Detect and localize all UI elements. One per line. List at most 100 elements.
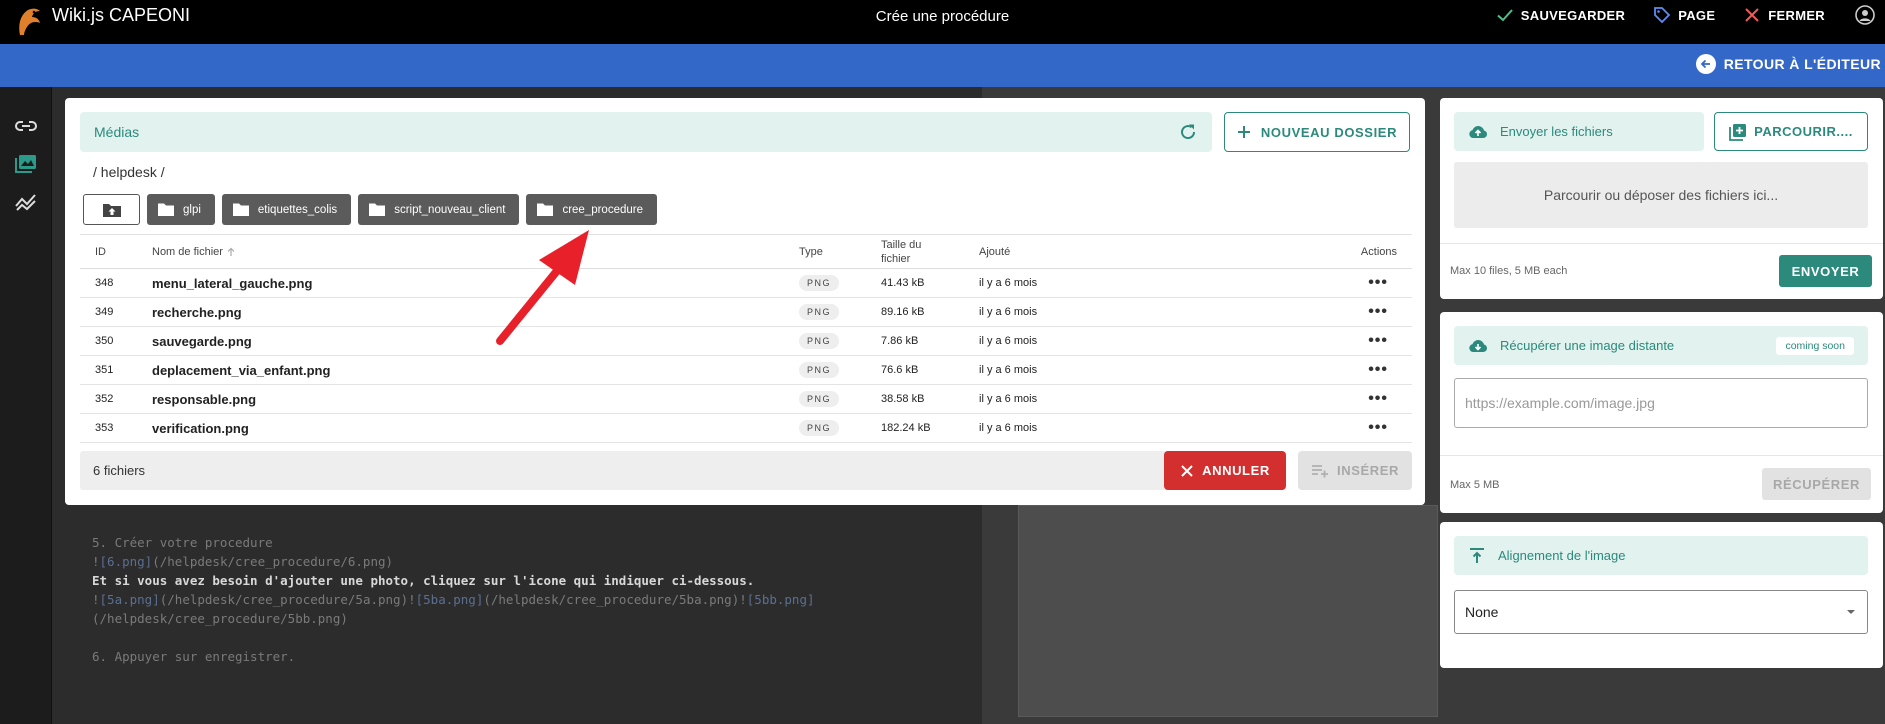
column-id[interactable]: ID — [80, 234, 152, 269]
table-row[interactable]: 351 deplacement_via_enfant.png PNG 76.6 kB i… — [80, 355, 1412, 385]
file-drop-zone[interactable]: Parcourir ou déposer des fichiers ici... — [1454, 162, 1868, 228]
send-button[interactable]: ENVOYER — [1779, 255, 1872, 287]
editor-line: ![6.png](/helpdesk/cree_procedure/6.png) — [92, 552, 815, 571]
more-actions-icon[interactable]: ••• — [1368, 332, 1388, 349]
file-added: il y a 6 mois — [964, 355, 1125, 385]
table-row[interactable]: 349 recherche.png PNG 89.16 kB il y a 6 mois… — [80, 297, 1412, 327]
media-header: Médias — [80, 112, 1212, 152]
alignment-select[interactable]: None — [1454, 590, 1868, 634]
folder-icon — [369, 203, 386, 216]
file-added: il y a 6 mois — [964, 268, 1125, 298]
file-count: 6 fichiers — [93, 463, 146, 478]
column-size-label-1: Taille du — [881, 238, 922, 251]
alignment-header: Alignement de l'image — [1454, 536, 1868, 575]
insert-image-icon[interactable] — [14, 153, 38, 175]
app-title[interactable]: Wiki.js CAPEONI — [52, 5, 190, 26]
file-size: 7.86 kB — [866, 326, 964, 356]
plus-icon — [1237, 126, 1250, 138]
save-button[interactable]: SAUVEGARDER — [1496, 6, 1625, 24]
file-id: 353 — [80, 413, 152, 443]
editor-text: 5. Créer votre procedure ![6.png](/helpde… — [92, 533, 815, 666]
refresh-icon[interactable] — [1178, 122, 1198, 142]
more-actions-icon[interactable]: ••• — [1368, 274, 1388, 291]
folder-etiquettes-colis[interactable]: etiquettes_colis — [221, 194, 352, 225]
close-icon — [1181, 464, 1193, 477]
save-label: SAUVEGARDER — [1520, 7, 1626, 23]
table-row[interactable]: 353 verification.png PNG 182.24 kB il y a 6 … — [80, 413, 1412, 443]
file-added: il y a 6 mois — [964, 326, 1125, 356]
editor-line: (/helpdesk/cree_procedure/5bb.png) — [92, 609, 815, 628]
new-folder-label: NOUVEAU DOSSIER — [1260, 124, 1398, 140]
editor-toolbar — [0, 87, 52, 724]
file-type-cell: PNG — [784, 268, 866, 298]
file-name: recherche.png — [152, 297, 784, 327]
file-name: verification.png — [152, 413, 784, 443]
browse-files-button[interactable]: PARCOURIR.... — [1714, 112, 1868, 151]
page-properties-button[interactable]: PAGE — [1653, 6, 1715, 24]
fetch-button[interactable]: RÉCUPÉRER — [1762, 468, 1871, 500]
file-type-chip: PNG — [799, 304, 840, 320]
media-title: Médias — [94, 124, 140, 140]
back-to-editor-label: RETOUR À L'ÉDITEUR — [1723, 56, 1881, 72]
close-icon — [1745, 8, 1760, 22]
top-bar: Wiki.js CAPEONI Crée une procédure SAUVE… — [0, 0, 1885, 44]
playlist-add-icon — [1312, 464, 1328, 477]
editor-text-span: 5. Créer votre procedure — [92, 535, 273, 550]
column-type[interactable]: Type — [784, 234, 866, 269]
file-added: il y a 6 mois — [964, 413, 1125, 443]
alignment-value: None — [1465, 604, 1499, 620]
table-row[interactable]: 352 responsable.png PNG 38.58 kB il y a 6 mo… — [80, 384, 1412, 414]
remote-url-input[interactable] — [1454, 378, 1868, 428]
divider — [1440, 243, 1883, 244]
check-icon — [1497, 9, 1513, 22]
table-row[interactable]: 348 menu_lateral_gauche.png PNG 41.43 kB il … — [80, 268, 1412, 298]
back-to-editor-button[interactable]: RETOUR À L'ÉDITEUR — [1695, 54, 1881, 74]
new-folder-button[interactable]: NOUVEAU DOSSIER — [1224, 112, 1410, 152]
insert-diagram-icon[interactable] — [14, 191, 38, 213]
column-size[interactable]: Taille du fichier — [866, 234, 964, 269]
file-id: 348 — [80, 268, 152, 298]
folder-glpi[interactable]: glpi — [147, 194, 215, 225]
file-actions-cell: ••• — [1125, 413, 1412, 443]
column-actions: Actions — [1125, 234, 1412, 269]
more-actions-icon[interactable]: ••• — [1368, 303, 1388, 320]
file-name: sauvegarde.png — [152, 326, 784, 356]
editor-text-span: (/helpdesk/cree_procedure/5bb.png) — [92, 611, 348, 626]
file-type-chip: PNG — [799, 275, 840, 291]
file-id: 350 — [80, 326, 152, 356]
column-added[interactable]: Ajouté — [964, 234, 1125, 269]
file-added: il y a 6 mois — [964, 384, 1125, 414]
cloud-download-icon — [1469, 339, 1487, 352]
more-actions-icon[interactable]: ••• — [1368, 390, 1388, 407]
editor-link-text: [5a.png] — [99, 592, 160, 607]
file-type-cell: PNG — [784, 326, 866, 356]
upload-limits: Max 10 files, 5 MB each — [1450, 265, 1568, 277]
more-actions-icon[interactable]: ••• — [1368, 419, 1388, 436]
cancel-button[interactable]: ANNULER — [1164, 451, 1286, 490]
more-actions-icon[interactable]: ••• — [1368, 361, 1388, 378]
page-label: PAGE — [1678, 7, 1716, 23]
table-row[interactable]: 350 sauvegarde.png PNG 7.86 kB il y a 6 mois… — [80, 326, 1412, 356]
parent-folder-button[interactable] — [83, 194, 140, 225]
close-button[interactable]: FERMER — [1743, 6, 1825, 24]
insert-link-icon[interactable] — [14, 115, 38, 137]
account-icon[interactable] — [1855, 5, 1875, 25]
alignment-panel: Alignement de l'image None — [1440, 522, 1883, 668]
column-filename-label: Nom de fichier — [152, 245, 223, 258]
remote-limit: Max 5 MB — [1450, 479, 1500, 491]
wiki-logo-icon[interactable] — [14, 5, 44, 37]
column-filename[interactable]: Nom de fichier — [152, 234, 784, 269]
file-type-chip: PNG — [799, 391, 840, 407]
file-count-bar: 6 fichiers — [80, 451, 1170, 490]
file-name: deplacement_via_enfant.png — [152, 355, 784, 385]
file-name: menu_lateral_gauche.png — [152, 268, 784, 298]
file-type-cell: PNG — [784, 413, 866, 443]
file-actions-cell: ••• — [1125, 268, 1412, 298]
folder-up-icon — [102, 203, 121, 217]
folder-cree-procedure[interactable]: cree_procedure — [526, 194, 657, 225]
insert-button[interactable]: INSÉRER — [1298, 451, 1412, 490]
editor-line — [92, 628, 815, 647]
folder-script-nouveau-client[interactable]: script_nouveau_client — [358, 194, 520, 225]
column-actions-label: Actions — [1360, 245, 1397, 258]
folder-label: glpi — [183, 203, 201, 216]
